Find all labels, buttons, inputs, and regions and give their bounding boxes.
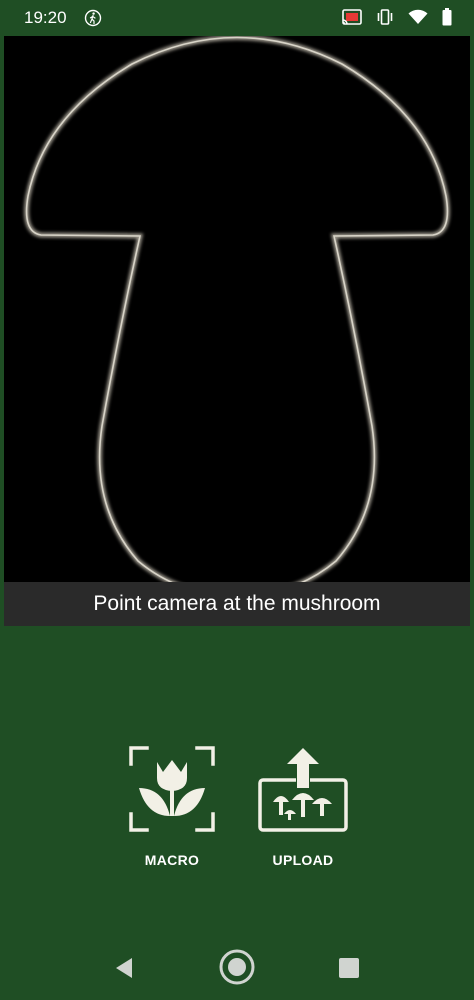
battery-icon xyxy=(442,8,452,31)
cast-icon xyxy=(342,9,362,30)
macro-flower-icon xyxy=(129,746,215,832)
upload-button[interactable]: UPLOAD xyxy=(243,740,363,868)
status-bar: 19:20 xyxy=(0,0,474,36)
mushroom-outline-icon xyxy=(24,36,450,599)
camera-hint-text: Point camera at the mushroom xyxy=(93,592,381,615)
recents-icon[interactable] xyxy=(338,957,360,984)
upload-mushrooms-icon xyxy=(258,748,348,832)
upload-label: UPLOAD xyxy=(272,852,334,868)
macro-label: MACRO xyxy=(144,852,200,868)
camera-hint: Point camera at the mushroom xyxy=(4,582,470,626)
vibrate-icon xyxy=(376,8,394,31)
status-time: 19:20 xyxy=(24,8,67,27)
walk-icon xyxy=(84,9,102,32)
macro-button[interactable]: MACRO xyxy=(112,740,232,868)
camera-preview[interactable]: Point camera at the mushroom xyxy=(4,36,470,626)
navigation-bar xyxy=(0,940,474,1000)
action-row: MACRO UPLOAD xyxy=(0,740,474,880)
back-icon[interactable] xyxy=(112,956,136,985)
wifi-icon xyxy=(408,9,428,30)
home-icon[interactable] xyxy=(218,948,256,991)
